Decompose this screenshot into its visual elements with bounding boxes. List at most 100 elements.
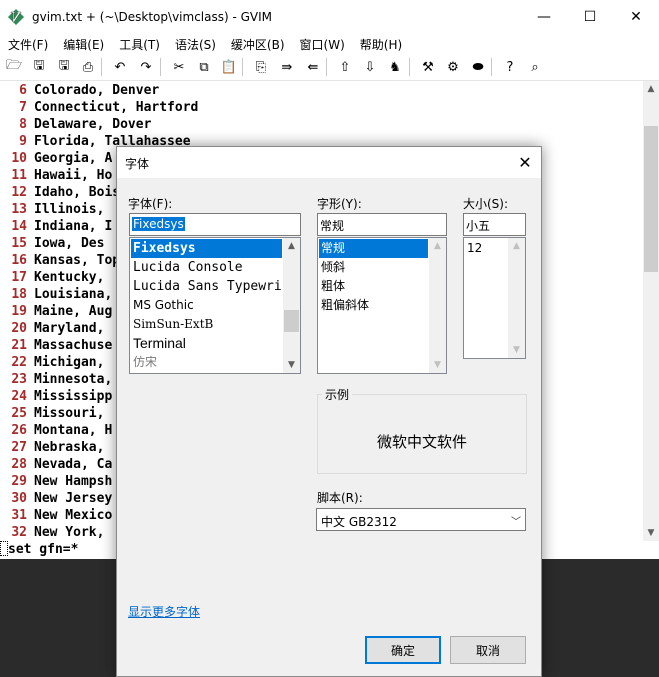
font-label: 字体(F): xyxy=(128,197,173,211)
editor-line: 14 Indiana, I xyxy=(0,218,112,235)
scroll-down-icon[interactable]: ▼ xyxy=(643,525,659,541)
ok-button[interactable]: 确定 xyxy=(365,636,441,664)
editor-line: 18 Louisiana, xyxy=(0,286,112,303)
line-text: Connecticut, Hartford xyxy=(34,100,199,115)
maximize-button[interactable]: ☐ xyxy=(567,0,613,34)
find-help-icon[interactable]: ⌕ xyxy=(525,57,545,77)
style-list[interactable]: 粗偏斜体 粗体 倾斜 常规 ▲ ▼ xyxy=(317,237,447,374)
style-list-item[interactable]: 粗体 xyxy=(319,277,428,296)
line-text: Nebraska, xyxy=(34,440,105,455)
make-icon[interactable]: ⚒ xyxy=(418,57,438,77)
font-list-item[interactable]: SimSun-ExtB xyxy=(131,315,282,334)
editor-line: 8 Delaware, Dover xyxy=(0,116,151,133)
font-list-thumb[interactable] xyxy=(284,310,299,332)
line-number: 9 xyxy=(19,134,27,149)
cursor xyxy=(0,541,8,556)
load-session-icon[interactable]: ⇧ xyxy=(335,57,355,77)
font-name-value: Fixedsys xyxy=(132,217,185,231)
font-list-item[interactable]: Lucida Console xyxy=(131,258,282,277)
menu-tools[interactable]: 工具(T) xyxy=(111,34,167,53)
style-label: 字形(Y): xyxy=(317,197,362,211)
line-number: 20 xyxy=(11,321,27,336)
size-list-scrollbar[interactable]: ▲ ▼ xyxy=(508,238,525,358)
font-list-item[interactable]: Terminal xyxy=(131,334,282,353)
build-tags-icon[interactable]: ⚙ xyxy=(443,57,463,77)
copy-icon[interactable]: ⧉ xyxy=(194,57,214,77)
size-list[interactable]: 12 ▲ ▼ xyxy=(463,237,526,359)
print-icon[interactable]: ⎙ xyxy=(78,57,98,77)
open-icon[interactable]: 🗁 xyxy=(4,57,24,77)
line-number: 18 xyxy=(11,287,27,302)
redo-icon[interactable]: ↷ xyxy=(136,57,156,77)
line-text: Montana, H xyxy=(34,423,113,438)
font-list-item[interactable]: Lucida Sans Typewri xyxy=(131,277,282,296)
chevron-down-icon: ▼ xyxy=(513,345,520,355)
line-text: Indiana, I xyxy=(34,219,113,234)
script-select[interactable]: 中文 GB2312 ﹀ xyxy=(316,508,526,531)
font-list-item[interactable]: MS Gothic xyxy=(131,296,282,315)
save-session-icon[interactable]: ⇩ xyxy=(360,57,380,77)
jump-tag-icon[interactable]: ⬬ xyxy=(468,57,488,77)
dialog-close-button[interactable]: ✕ xyxy=(509,147,541,178)
chevron-up-icon[interactable]: ▲ xyxy=(283,238,300,254)
chevron-down-icon[interactable]: ▼ xyxy=(283,357,300,373)
line-text: Kentucky, xyxy=(34,270,105,285)
help-icon[interactable]: ? xyxy=(500,57,520,77)
menu-buffers[interactable]: 缓冲区(B) xyxy=(223,34,292,53)
menu-syntax[interactable]: 语法(S) xyxy=(167,34,223,53)
menu-help[interactable]: 帮助(H) xyxy=(352,34,409,53)
style-list-item[interactable]: 常规 xyxy=(319,239,428,258)
font-name-input[interactable]: Fixedsys xyxy=(129,213,301,236)
maximize-icon: ☐ xyxy=(583,9,597,25)
command-text: set gfn=* xyxy=(8,542,79,557)
show-more-fonts-link[interactable]: 显示更多字体 xyxy=(128,603,200,620)
style-input[interactable]: 常规 xyxy=(317,213,447,236)
scrollbar-thumb[interactable] xyxy=(644,126,658,272)
find-prev-icon[interactable]: ⇚ xyxy=(303,57,323,77)
font-list-scrollbar[interactable]: ▲ ▼ xyxy=(283,238,300,373)
line-text: New York, xyxy=(34,525,105,540)
line-text: Mississipp xyxy=(34,389,113,404)
editor-scrollbar[interactable]: ▲ ▼ xyxy=(643,81,659,541)
editor-line: 10 Georgia, A xyxy=(0,150,112,167)
font-list-item[interactable]: 仿宋 xyxy=(131,353,282,372)
editor-line: 21 Massachuse xyxy=(0,337,112,354)
line-number: 14 xyxy=(11,219,27,234)
script-value: 中文 GB2312 xyxy=(321,515,397,529)
font-list[interactable]: 仿宋 Terminal SimSun-ExtB MS Gothic Lucida San… xyxy=(129,237,301,374)
line-number: 16 xyxy=(11,253,27,268)
line-number: 15 xyxy=(11,236,27,251)
toolbar-separator xyxy=(160,58,161,76)
save-all-icon[interactable]: 🖫 xyxy=(54,57,74,77)
style-list-item[interactable]: 倾斜 xyxy=(319,258,428,277)
menu-window[interactable]: 窗口(W) xyxy=(292,34,352,53)
line-number: 8 xyxy=(19,117,27,132)
close-button[interactable]: ✕ xyxy=(613,0,659,34)
undo-icon[interactable]: ↶ xyxy=(110,57,130,77)
line-text: New Mexico xyxy=(34,508,113,523)
menu-edit[interactable]: 编辑(E) xyxy=(55,34,111,53)
editor-line: 15 Iowa, Des xyxy=(0,235,104,252)
size-input[interactable]: 小五 xyxy=(463,213,526,236)
menu-file[interactable]: 文件(F) xyxy=(0,34,55,53)
minimize-button[interactable]: — xyxy=(521,0,567,34)
save-icon[interactable]: 🖫 xyxy=(29,57,49,77)
find-next-icon[interactable]: ⇛ xyxy=(277,57,297,77)
run-script-icon[interactable]: ♞ xyxy=(385,57,405,77)
minimize-icon: — xyxy=(537,9,551,25)
editor-line: 12 Idaho, Bois xyxy=(0,184,120,201)
paste-icon[interactable]: 📋 xyxy=(219,57,239,77)
chevron-down-icon: ﹀ xyxy=(511,517,521,528)
scroll-up-icon[interactable]: ▲ xyxy=(643,81,659,97)
cancel-button[interactable]: 取消 xyxy=(450,636,526,664)
font-list-item[interactable]: Fixedsys xyxy=(131,239,282,258)
line-number: 25 xyxy=(11,406,27,421)
find-replace-icon[interactable]: ⎘ xyxy=(251,57,271,77)
cut-icon[interactable]: ✂ xyxy=(169,57,189,77)
line-number: 29 xyxy=(11,474,27,489)
size-list-item[interactable]: 12 xyxy=(465,239,507,258)
style-list-scrollbar[interactable]: ▲ ▼ xyxy=(429,238,446,373)
style-list-item[interactable]: 粗偏斜体 xyxy=(319,296,428,315)
title-bar: gvim.txt + (~\Desktop\vimclass) - GVIM —… xyxy=(0,0,659,34)
chevron-up-icon: ▲ xyxy=(513,241,520,251)
